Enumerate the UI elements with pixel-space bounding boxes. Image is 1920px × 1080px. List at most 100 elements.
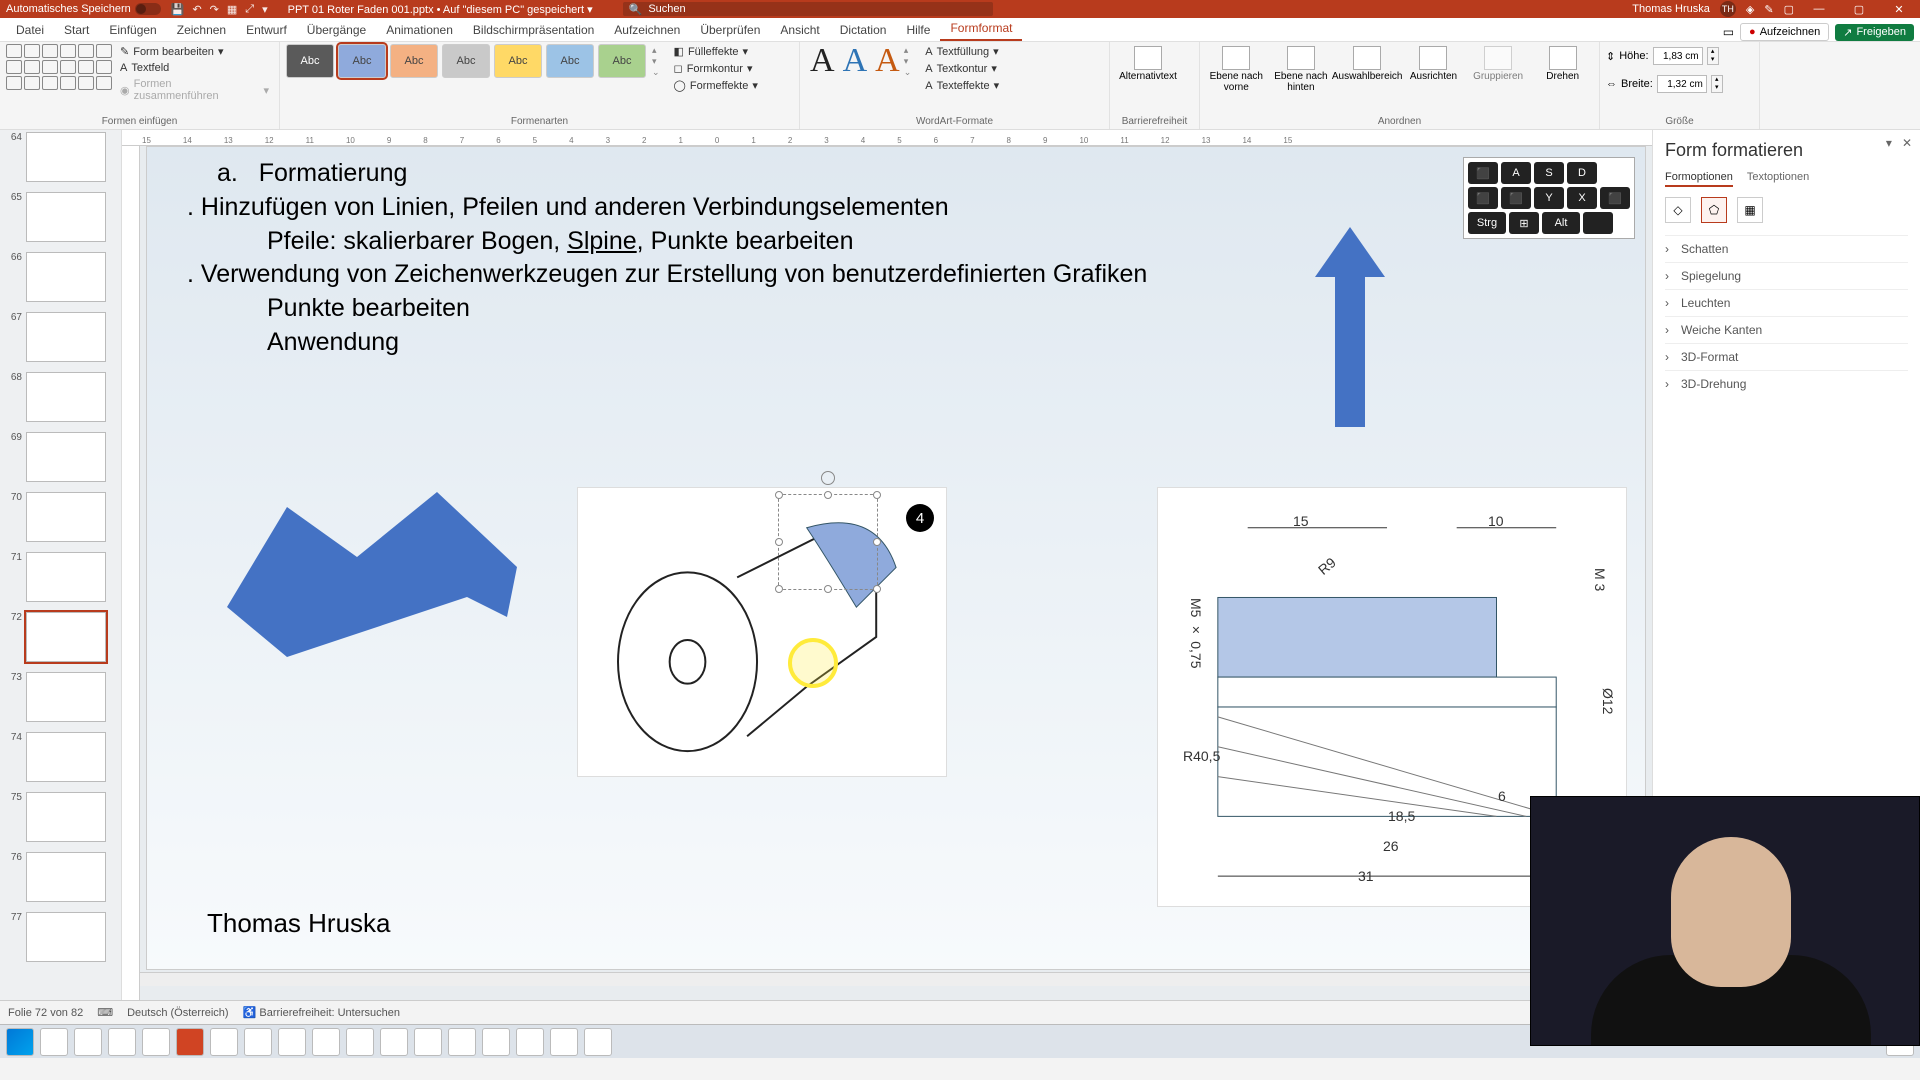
align-button[interactable]: Ausrichten (1403, 44, 1464, 83)
thumbnail-slide-67[interactable]: 67 (0, 312, 121, 362)
tab-uebergaenge[interactable]: Übergänge (297, 19, 376, 41)
bring-forward-button[interactable]: Ebene nach vorne (1206, 44, 1267, 93)
taskbar-firefox-icon[interactable] (74, 1028, 102, 1056)
rotate-handle-icon[interactable] (821, 471, 835, 485)
document-title[interactable]: PPT 01 Roter Faden 001.pptx • Auf "diese… (288, 3, 593, 16)
shape-style-4[interactable]: Abc (442, 44, 490, 78)
pane-options-icon[interactable]: ▾ (1886, 136, 1892, 150)
save-icon[interactable]: 💾 (171, 3, 185, 16)
tab-bildschirm[interactable]: Bildschirmpräsentation (463, 19, 604, 41)
shape-effects-button[interactable]: ◯Formeffekte▾ (670, 78, 762, 93)
blue-freeform-shape[interactable] (207, 487, 527, 667)
user-name[interactable]: Thomas Hruska (1632, 3, 1710, 15)
textfill-button[interactable]: ATextfüllung▾ (921, 44, 1003, 59)
pen-icon[interactable]: ✎ (1764, 3, 1773, 16)
tab-hilfe[interactable]: Hilfe (896, 19, 940, 41)
collapse-ribbon-icon[interactable]: ▭ (1723, 25, 1734, 39)
selection-pane-button[interactable]: Auswahlbereich (1335, 44, 1399, 83)
pane-fill-line-icon[interactable]: ◇ (1665, 197, 1691, 223)
tab-datei[interactable]: Datei (6, 19, 54, 41)
redo-icon[interactable]: ↷ (210, 3, 219, 16)
shape-style-6[interactable]: Abc (546, 44, 594, 78)
thumbnail-slide-66[interactable]: 66 (0, 252, 121, 302)
taskbar-chrome-icon[interactable] (108, 1028, 136, 1056)
spellcheck-icon[interactable]: ⌨ (97, 1006, 113, 1019)
tab-entwurf[interactable]: Entwurf (236, 19, 297, 41)
pane-tab-form[interactable]: Formoptionen (1665, 171, 1733, 187)
accessibility-checker[interactable]: ♿ Barrierefreiheit: Untersuchen (243, 1006, 400, 1019)
start-button[interactable] (6, 1028, 34, 1056)
wordart-gallery-more[interactable]: ▴▾⌄ (904, 45, 912, 78)
thumbnail-slide-65[interactable]: 65 (0, 192, 121, 242)
section-leuchten[interactable]: Leuchten (1665, 289, 1908, 316)
language-indicator[interactable]: Deutsch (Österreich) (127, 1007, 228, 1019)
thumbnail-slide-75[interactable]: 75 (0, 792, 121, 842)
tab-formformat[interactable]: Formformat (940, 17, 1022, 41)
send-backward-button[interactable]: Ebene nach hinten (1271, 44, 1332, 93)
shape-style-5[interactable]: Abc (494, 44, 542, 78)
slide-counter[interactable]: Folie 72 von 82 (8, 1007, 83, 1019)
horizontal-scrollbar[interactable] (140, 972, 1652, 986)
pane-tab-text[interactable]: Textoptionen (1747, 171, 1809, 187)
style-gallery-more[interactable]: ▴▾⌄ (652, 45, 660, 78)
resize-handle[interactable] (824, 491, 832, 499)
section-3d-format[interactable]: 3D-Format (1665, 343, 1908, 370)
resize-handle[interactable] (873, 538, 881, 546)
thumbnail-slide-69[interactable]: 69 (0, 432, 121, 482)
tab-aufzeichnen[interactable]: Aufzeichnen (604, 19, 690, 41)
slide[interactable]: a. Formatierung . Hinzufügen von Linien,… (146, 146, 1646, 970)
search-box[interactable]: 🔍 Suchen (623, 2, 993, 16)
taskbar-app-icon[interactable] (244, 1028, 272, 1056)
section-schatten[interactable]: Schatten (1665, 235, 1908, 262)
group-button[interactable]: Gruppieren (1468, 44, 1529, 83)
taskbar-app-icon[interactable] (448, 1028, 476, 1056)
diamond-icon[interactable]: ◈ (1746, 3, 1754, 16)
autosave-toggle[interactable]: Automatisches Speichern (6, 3, 161, 15)
tab-einfuegen[interactable]: Einfügen (99, 19, 166, 41)
wordart-style-3[interactable]: A (871, 44, 904, 78)
taskbar-app-icon[interactable] (482, 1028, 510, 1056)
width-spinner[interactable]: ▴▾ (1711, 75, 1723, 93)
thumbnail-slide-74[interactable]: 74 (0, 732, 121, 782)
touch-mode-icon[interactable]: ⤢ (245, 3, 254, 16)
tab-ueberpruefen[interactable]: Überprüfen (690, 19, 770, 41)
resize-handle[interactable] (873, 491, 881, 499)
shape-style-1[interactable]: Abc (286, 44, 334, 78)
tab-start[interactable]: Start (54, 19, 99, 41)
undo-icon[interactable]: ↶ (192, 3, 201, 16)
thumbnail-slide-68[interactable]: 68 (0, 372, 121, 422)
pane-size-props-icon[interactable]: ▦ (1737, 197, 1763, 223)
section-spiegelung[interactable]: Spiegelung (1665, 262, 1908, 289)
wordart-style-2[interactable]: A (839, 44, 872, 78)
taskbar-app-icon[interactable] (312, 1028, 340, 1056)
qat-more-icon[interactable]: ▾ (262, 3, 268, 16)
taskbar-app-icon[interactable] (516, 1028, 544, 1056)
tab-zeichnen[interactable]: Zeichnen (167, 19, 236, 41)
shape-outline-button[interactable]: ◻Formkontur▾ (670, 61, 762, 76)
selection-box[interactable] (778, 494, 878, 590)
resize-handle[interactable] (775, 585, 783, 593)
tab-dictation[interactable]: Dictation (830, 19, 897, 41)
textfield-button[interactable]: ATextfeld (116, 61, 273, 75)
blue-arrow-shape[interactable] (1315, 207, 1385, 427)
height-spinner[interactable]: ▴▾ (1707, 47, 1719, 65)
shape-fill-button[interactable]: ◧Fülleffekte▾ (670, 44, 762, 59)
shape-gallery[interactable] (6, 44, 112, 90)
section-weiche-kanten[interactable]: Weiche Kanten (1665, 316, 1908, 343)
shape-style-7[interactable]: Abc (598, 44, 646, 78)
toggle-switch-icon[interactable] (135, 3, 161, 15)
resize-handle[interactable] (775, 538, 783, 546)
shape-style-2[interactable]: Abc (338, 44, 386, 78)
user-avatar[interactable]: TH (1720, 1, 1736, 17)
width-input[interactable] (1657, 75, 1707, 93)
thumbnail-slide-72[interactable]: 72 (0, 612, 121, 662)
slideshow-icon[interactable]: ▦ (227, 3, 237, 16)
record-button[interactable]: Aufzeichnen (1740, 23, 1829, 41)
thumbnail-slide-77[interactable]: 77 (0, 912, 121, 962)
thumbnail-slide-73[interactable]: 73 (0, 672, 121, 722)
thumbnail-slide-71[interactable]: 71 (0, 552, 121, 602)
wordart-style-1[interactable]: A (806, 44, 839, 78)
taskbar-app-icon[interactable] (584, 1028, 612, 1056)
textoutline-button[interactable]: ATextkontur▾ (921, 61, 1003, 76)
texteffects-button[interactable]: ATexteffekte▾ (921, 78, 1003, 93)
